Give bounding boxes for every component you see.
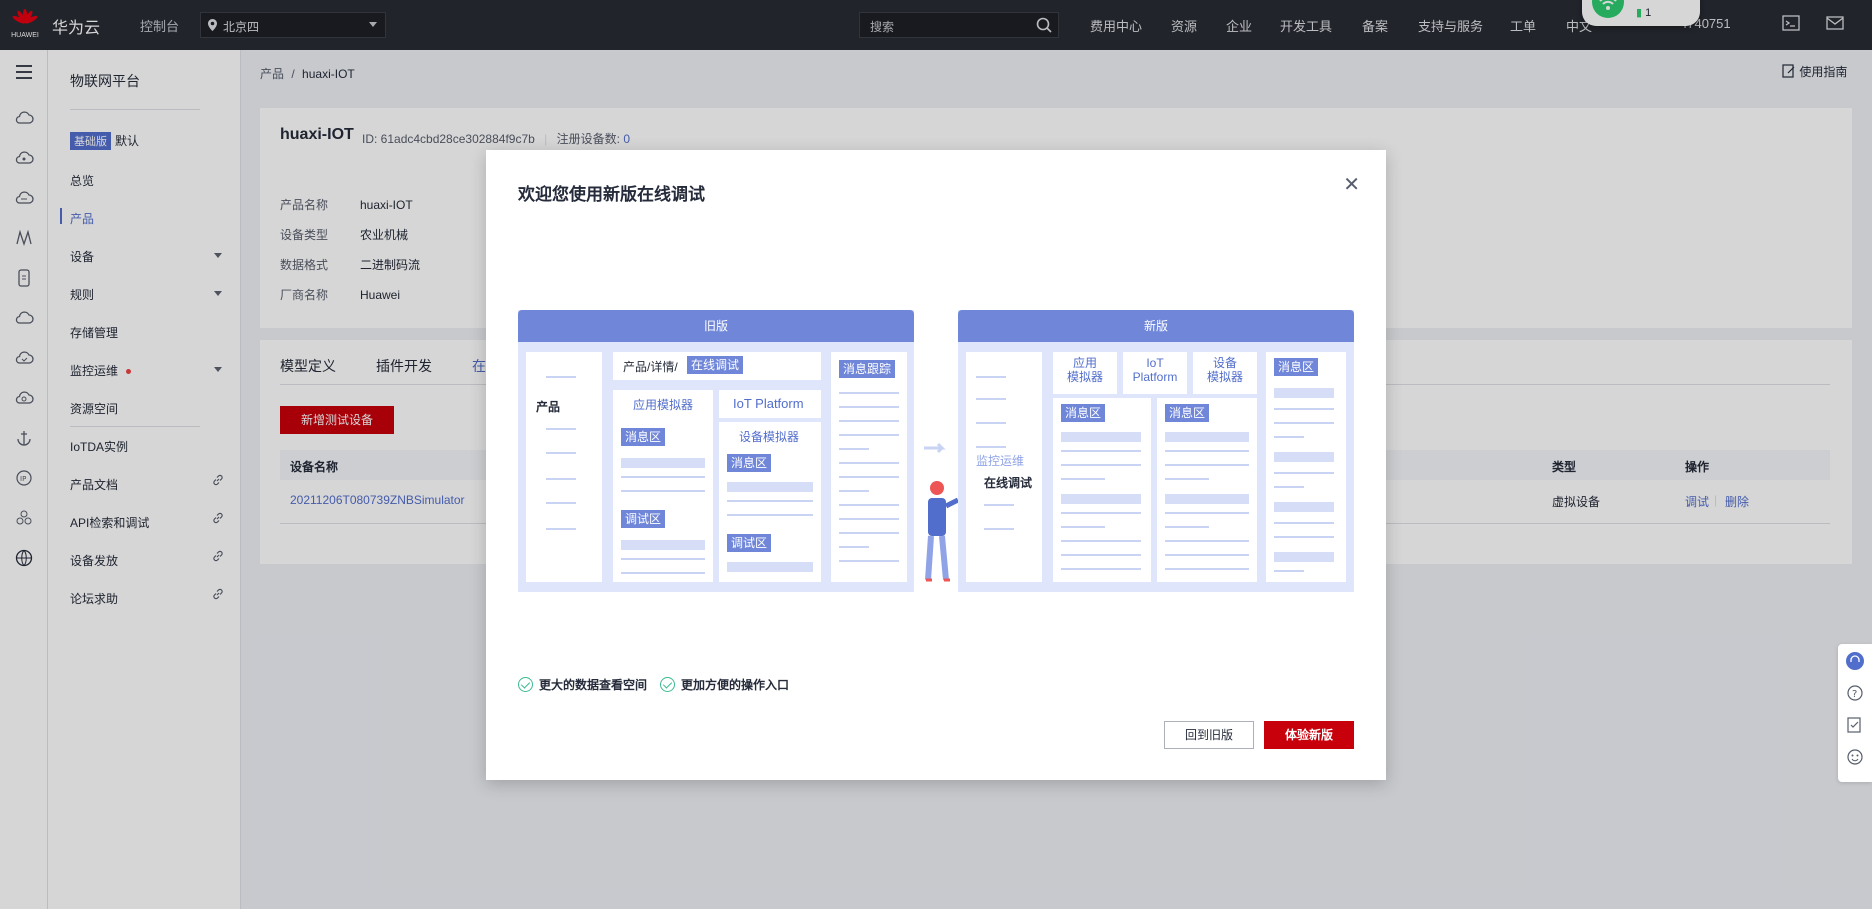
new-dev-sim-header: 设备 模拟器 bbox=[1193, 352, 1257, 394]
old-msg-area-tag: 消息区 bbox=[621, 428, 666, 446]
check-circle-icon bbox=[518, 677, 533, 692]
smiley-icon[interactable] bbox=[1846, 748, 1864, 766]
new-trace-panel: 消息区 bbox=[1266, 352, 1346, 582]
old-product-panel: 产品 bbox=[526, 352, 602, 582]
floating-toolbar: ? bbox=[1838, 644, 1872, 782]
new-msg-area-tag-2: 消息区 bbox=[1165, 404, 1210, 422]
old-msg-trace-panel: 消息跟踪 bbox=[831, 352, 907, 582]
new-app-sim-header: 应用 模拟器 bbox=[1053, 352, 1117, 394]
check-circle-icon bbox=[660, 677, 675, 692]
old-msg-area-tag-2: 消息区 bbox=[727, 454, 772, 472]
old-version-illustration: 旧版 产品 产品/详情/ 在线调试 应用模拟器 消息区 调试区 IoT Plat… bbox=[518, 310, 914, 592]
old-msg-trace-tag: 消息跟踪 bbox=[839, 360, 896, 378]
old-app-sim-panel: 应用模拟器 消息区 调试区 bbox=[613, 390, 713, 582]
old-version-header: 旧版 bbox=[518, 310, 914, 342]
new-app-sim-label: 应用 模拟器 bbox=[1066, 356, 1103, 384]
welcome-dialog: 欢迎您使用新版在线调试 ✕ 旧版 产品 产品/详情/ 在线调试 应用模拟器 消息… bbox=[486, 150, 1386, 780]
feature-text: 更大的数据查看空间 bbox=[539, 678, 648, 692]
new-version-illustration: 新版 监控运维 在线调试 应用 模拟器 IoT Platform 设备 模拟器 … bbox=[958, 310, 1354, 592]
feature-text: 更加方便的操作入口 bbox=[681, 678, 790, 692]
new-monitor-label: 监控运维 bbox=[976, 454, 1025, 468]
new-msg-area-tag-3: 消息区 bbox=[1274, 358, 1319, 376]
new-nav-panel: 监控运维 在线调试 bbox=[966, 352, 1042, 582]
old-device-sim-label: 设备模拟器 bbox=[739, 430, 800, 444]
help-icon[interactable]: ? bbox=[1846, 684, 1864, 702]
old-debug-area-tag: 调试区 bbox=[621, 510, 666, 528]
old-online-debug-tag: 在线调试 bbox=[687, 356, 744, 374]
new-app-msg-panel: 消息区 bbox=[1053, 398, 1151, 582]
back-to-old-button[interactable]: 回到旧版 bbox=[1164, 721, 1254, 749]
old-product-label: 产品 bbox=[536, 400, 561, 414]
feedback-icon[interactable] bbox=[1846, 716, 1864, 734]
new-dev-sim-label: 设备 模拟器 bbox=[1206, 356, 1243, 384]
close-icon[interactable]: ✕ bbox=[1343, 172, 1360, 197]
new-online-debug-label: 在线调试 bbox=[984, 476, 1033, 490]
new-iot-header: IoT Platform bbox=[1123, 352, 1187, 394]
dialog-title: 欢迎您使用新版在线调试 bbox=[518, 185, 705, 204]
feature-item: 更加方便的操作入口 bbox=[660, 676, 789, 693]
old-debug-area-tag-2: 调试区 bbox=[727, 534, 772, 552]
customer-service-icon[interactable] bbox=[1846, 652, 1864, 670]
new-dev-msg-panel: 消息区 bbox=[1157, 398, 1257, 582]
svg-text:?: ? bbox=[1852, 689, 1857, 700]
old-iot-platform-label: IoT Platform bbox=[733, 396, 804, 411]
try-new-version-button[interactable]: 体验新版 bbox=[1264, 721, 1354, 749]
new-msg-area-tag: 消息区 bbox=[1061, 404, 1106, 422]
old-breadcrumb-panel: 产品/详情/ 在线调试 bbox=[613, 352, 821, 380]
old-app-sim-label: 应用模拟器 bbox=[633, 398, 694, 412]
new-iot-label: IoT Platform bbox=[1132, 356, 1178, 384]
feature-item: 更大的数据查看空间 bbox=[518, 676, 647, 693]
old-iot-panel: IoT Platform bbox=[719, 390, 821, 418]
old-device-sim-panel: 设备模拟器 消息区 调试区 bbox=[719, 422, 821, 582]
new-version-header: 新版 bbox=[958, 310, 1354, 342]
old-breadcrumb-text: 产品/详情/ bbox=[623, 360, 678, 374]
